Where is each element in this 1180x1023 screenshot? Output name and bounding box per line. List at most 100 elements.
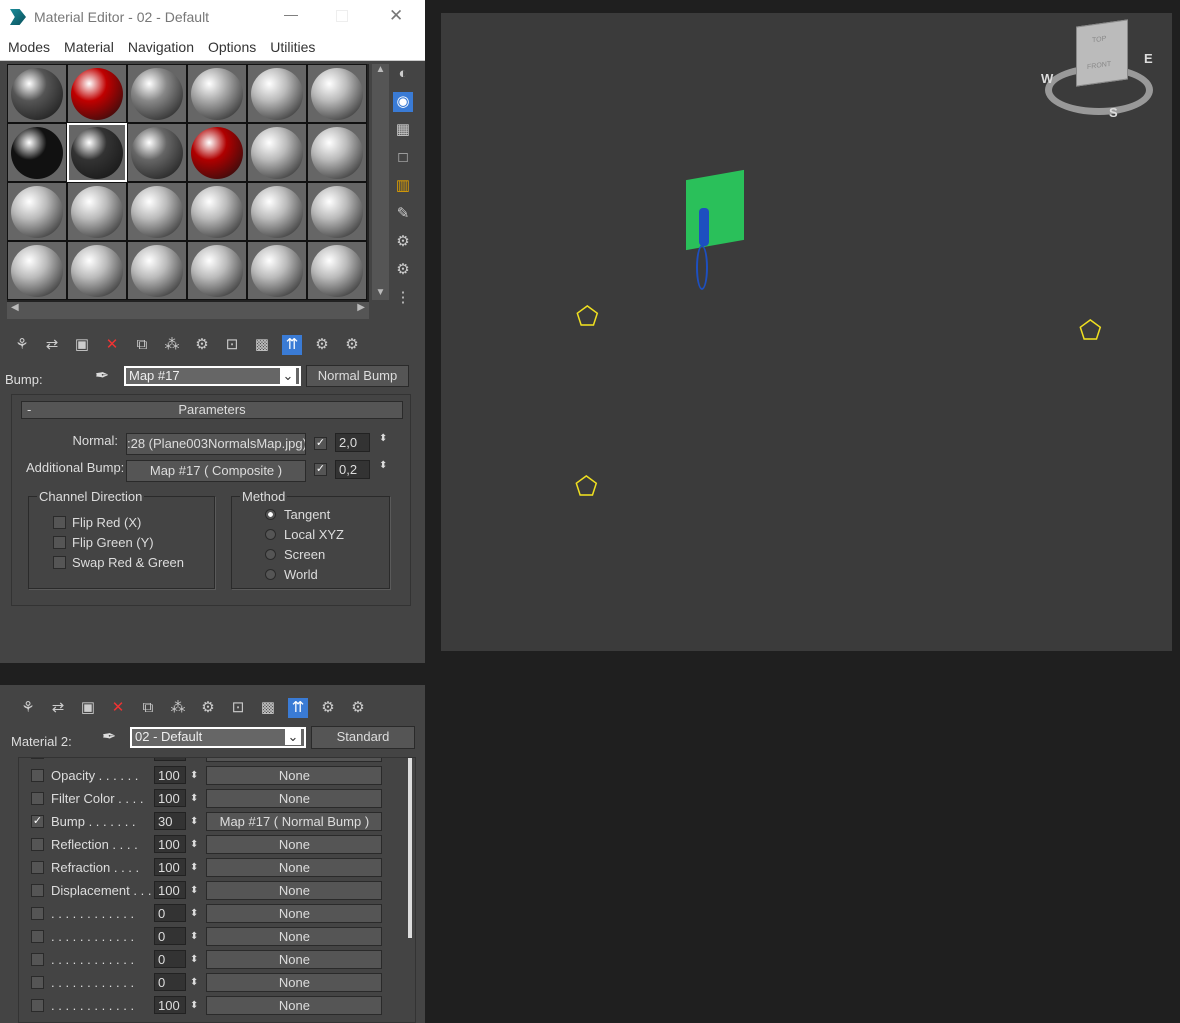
make-copy-icon[interactable]: ⧉ <box>132 335 152 355</box>
map-enable-checkbox[interactable] <box>31 791 44 805</box>
map-slot-button[interactable]: None <box>206 880 383 900</box>
minimize-button[interactable]: — <box>284 6 298 22</box>
map-slot-button[interactable]: None <box>206 834 383 854</box>
sample-slot[interactable] <box>7 123 67 182</box>
map-amount-spinner[interactable]: 100 <box>154 766 186 784</box>
additional-bump-spinner[interactable]: 0,2 <box>335 460 370 479</box>
light-icon[interactable]: ⬠ <box>1079 315 1102 346</box>
spinner-arrows-icon[interactable]: ⬍ <box>190 908 198 919</box>
map-slot-button[interactable]: None <box>206 903 383 923</box>
make-unique-icon[interactable]: ⁂ <box>168 698 188 718</box>
viewcube[interactable]: TOP FRONT <box>1076 19 1128 87</box>
scroll-down-icon[interactable]: ▼ <box>372 287 389 298</box>
phone-object[interactable] <box>686 169 744 251</box>
menu-options[interactable]: Options <box>208 39 256 55</box>
checkbox[interactable] <box>53 536 66 549</box>
horizontal-scrollbar[interactable]: ◀ ▶ <box>7 302 369 319</box>
map-enable-checkbox[interactable] <box>31 758 44 759</box>
map-slot-button[interactable]: None <box>206 949 383 969</box>
map-amount-spinner[interactable]: 100 <box>154 881 186 899</box>
sample-slot[interactable] <box>187 241 247 300</box>
map-amount-spinner[interactable]: 100 <box>154 758 186 761</box>
map-amount-spinner[interactable]: 30 <box>154 812 186 830</box>
phone-cord[interactable] <box>696 245 708 290</box>
compass-east[interactable]: E <box>1144 51 1153 66</box>
map-amount-spinner[interactable]: 100 <box>154 835 186 853</box>
map-amount-spinner[interactable]: 0 <box>154 973 186 991</box>
menu-material[interactable]: Material <box>64 39 114 55</box>
assign-to-selection-icon[interactable]: ▣ <box>78 698 98 718</box>
video-color-check-icon[interactable]: ▥ <box>393 176 413 196</box>
backlight-icon[interactable]: ◉ <box>393 92 413 112</box>
eyedropper-icon[interactable]: ✒ <box>95 366 109 386</box>
map-amount-spinner[interactable]: 0 <box>154 904 186 922</box>
go-to-parent-icon[interactable]: ⚙ <box>318 698 338 718</box>
map-enable-checkbox[interactable] <box>31 860 44 874</box>
eyedropper-icon[interactable]: ✒ <box>102 727 116 747</box>
checkbox[interactable] <box>53 516 66 529</box>
spinner-arrows-icon[interactable]: ⬍ <box>190 931 198 942</box>
light-icon[interactable]: ⬠ <box>576 301 599 332</box>
radio[interactable] <box>265 509 276 520</box>
spinner-arrows-icon[interactable]: ⬍ <box>379 433 387 444</box>
map-amount-spinner[interactable]: 100 <box>154 858 186 876</box>
sample-slot[interactable] <box>67 182 127 241</box>
map-amount-spinner[interactable]: 0 <box>154 950 186 968</box>
map-slot-button[interactable]: Map #17 ( Normal Bump ) <box>206 811 383 831</box>
viewcube-front-face[interactable]: FRONT <box>1087 61 1111 71</box>
reset-map-icon[interactable]: ✕ <box>108 698 128 718</box>
make-preview-icon[interactable]: ✎ <box>393 204 413 224</box>
sample-slot[interactable] <box>187 64 247 123</box>
method-radio[interactable]: Local XYZ <box>265 527 344 542</box>
map-enable-checkbox[interactable] <box>31 952 44 966</box>
scroll-right-icon[interactable]: ▶ <box>357 302 365 313</box>
map-slot-button[interactable]: None <box>206 765 383 785</box>
sample-slot[interactable] <box>67 123 127 182</box>
map-enable-checkbox[interactable] <box>31 883 44 897</box>
sample-slot[interactable] <box>127 241 187 300</box>
viewcube-top-face[interactable]: TOP <box>1092 35 1106 44</box>
material-navigator-icon[interactable]: ⋮ <box>393 288 413 308</box>
phone-handset[interactable] <box>699 208 709 246</box>
map-type-button[interactable]: Normal Bump <box>306 365 409 387</box>
spinner-arrows-icon[interactable]: ⬍ <box>190 954 198 965</box>
sample-slot[interactable] <box>7 182 67 241</box>
3d-viewport[interactable]: TOP FRONT W E S ⬠ ⬠ ⬠ <box>441 13 1172 651</box>
spinner-arrows-icon[interactable]: ⬍ <box>190 770 198 781</box>
channel-checkbox[interactable]: Swap Red & Green <box>53 555 184 570</box>
map-enable-checkbox[interactable] <box>31 768 44 782</box>
assign-to-selection-icon[interactable]: ▣ <box>72 335 92 355</box>
sample-slot[interactable] <box>7 64 67 123</box>
sample-type-icon[interactable]: ◐ <box>393 64 413 84</box>
normal-amount-spinner[interactable]: 2,0 <box>335 433 370 452</box>
show-shaded-map-icon[interactable]: ▩ <box>252 335 272 355</box>
get-material-icon[interactable]: ⚘ <box>18 698 38 718</box>
go-forward-sibling-icon[interactable]: ⚙ <box>348 698 368 718</box>
radio[interactable] <box>265 569 276 580</box>
scroll-left-icon[interactable]: ◀ <box>11 302 19 313</box>
go-to-parent-icon[interactable]: ⚙ <box>312 335 332 355</box>
map-name-dropdown[interactable]: Map #17 ⌄ <box>124 366 301 386</box>
sample-slot[interactable] <box>127 123 187 182</box>
menu-modes[interactable]: Modes <box>8 39 50 55</box>
scrollbar-thumb[interactable] <box>408 758 412 938</box>
sample-slot[interactable] <box>247 123 307 182</box>
method-radio[interactable]: Screen <box>265 547 325 562</box>
parameters-header[interactable]: - Parameters <box>21 401 403 419</box>
map-slot-button[interactable]: None <box>206 758 383 762</box>
sample-slot[interactable] <box>187 123 247 182</box>
sample-slot[interactable] <box>127 64 187 123</box>
put-to-library-icon[interactable]: ⚙ <box>198 698 218 718</box>
spinner-arrows-icon[interactable]: ⬍ <box>190 862 198 873</box>
scroll-up-icon[interactable]: ▲ <box>372 64 389 75</box>
spinner-arrows-icon[interactable]: ⬍ <box>190 793 198 804</box>
options-icon[interactable]: ⚙ <box>393 232 413 252</box>
sample-uv-tiling-icon[interactable]: □ <box>393 148 413 168</box>
material-name-dropdown[interactable]: 02 - Default ⌄ <box>130 727 306 748</box>
sample-slot[interactable] <box>307 182 367 241</box>
spinner-arrows-icon[interactable]: ⬍ <box>190 757 198 758</box>
channel-checkbox[interactable]: Flip Red (X) <box>53 515 141 530</box>
material-id-channel-icon[interactable]: ⊡ <box>222 335 242 355</box>
make-unique-icon[interactable]: ⁂ <box>162 335 182 355</box>
normal-map-button[interactable]: :28 (Plane003NormalsMap.jpg) <box>126 433 306 455</box>
